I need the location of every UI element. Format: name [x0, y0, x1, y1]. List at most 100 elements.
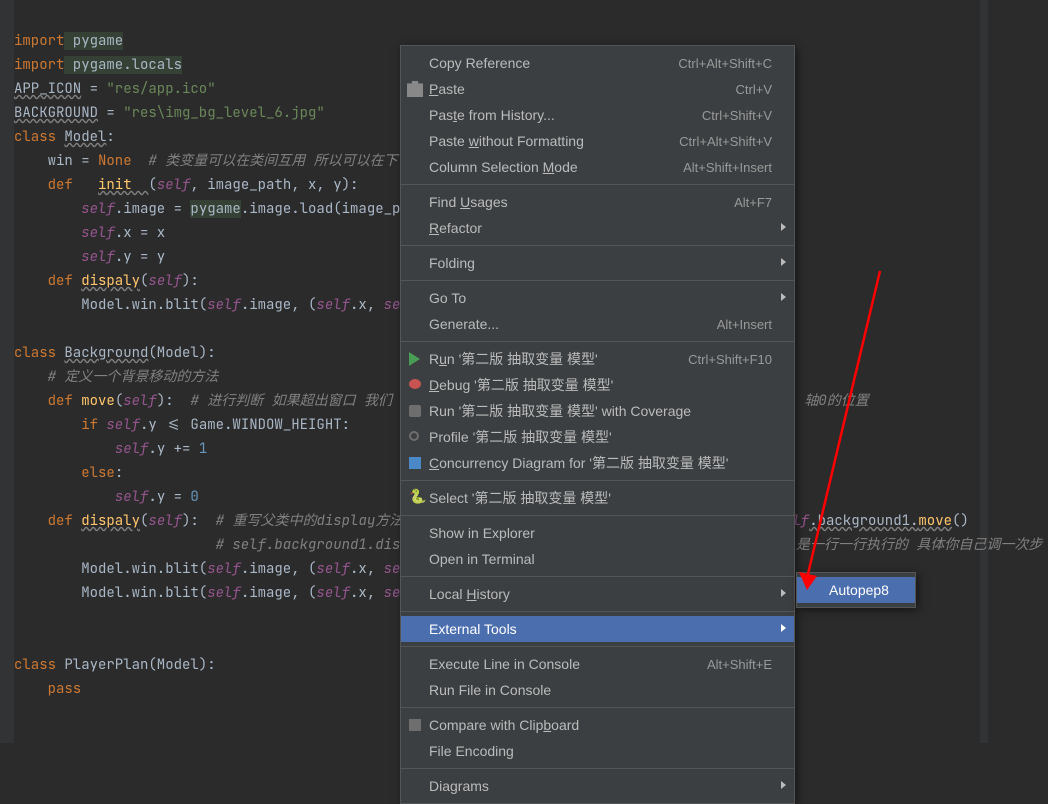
menu-separator — [401, 707, 794, 708]
menu-goto[interactable]: Go To — [401, 285, 794, 311]
self: self — [207, 296, 241, 314]
bug-icon — [409, 379, 421, 389]
import-name: pygame.locals — [64, 56, 182, 74]
coverage-icon — [409, 405, 421, 417]
self: self — [316, 560, 350, 578]
colon: : — [106, 128, 114, 146]
menu-copy-reference[interactable]: Copy ReferenceCtrl+Alt+Shift+C — [401, 50, 794, 76]
code-text: .y = — [148, 488, 190, 506]
menu-concurrency[interactable]: Concurrency Diagram for '第二版 抽取变量 模型' — [401, 450, 794, 476]
menu-external-tools[interactable]: External Tools — [401, 616, 794, 642]
self: self — [207, 584, 241, 602]
menu-paste-nofmt[interactable]: Paste without FormattingCtrl+Alt+Shift+V — [401, 128, 794, 154]
menu-select[interactable]: 🐍Select '第二版 抽取变量 模型' — [401, 485, 794, 511]
menu-show-explorer[interactable]: Show in Explorer — [401, 520, 794, 546]
menu-paste[interactable]: PasteCtrl+V — [401, 76, 794, 102]
kw-import: import — [14, 56, 64, 74]
self: self — [81, 224, 115, 242]
profile-icon — [409, 431, 419, 441]
op: = — [81, 80, 106, 98]
indent — [14, 224, 81, 242]
self: self — [115, 440, 149, 458]
submenu-arrow-icon — [781, 624, 786, 632]
code-text: (Model): — [148, 344, 215, 362]
self: self — [207, 560, 241, 578]
kw-import: import — [14, 32, 64, 50]
menu-find-usages[interactable]: Find UsagesAlt+F7 — [401, 189, 794, 215]
kw-def: def — [14, 272, 81, 290]
menu-separator — [401, 611, 794, 612]
string: "res\img_bg_level_6.jpg" — [123, 104, 325, 122]
indent — [14, 536, 216, 554]
kw-class: class — [14, 344, 64, 362]
string: "res/app.ico" — [106, 80, 215, 98]
comment: # 重写父类中的display方法 — [216, 512, 404, 530]
submenu-autopep8[interactable]: Autopep8 — [797, 577, 915, 603]
menu-separator — [401, 576, 794, 577]
kw-class: class — [14, 656, 64, 674]
kw-else: else — [14, 464, 115, 482]
code-text: .y <= Game.WINDOW_HEIGHT: — [140, 416, 350, 434]
class-decl: PlayerPlan(Model): — [64, 656, 215, 674]
menu-separator — [401, 245, 794, 246]
gutter — [0, 0, 14, 743]
menu-paste-history[interactable]: Paste from History...Ctrl+Shift+V — [401, 102, 794, 128]
func-name: dispaly — [81, 512, 140, 530]
menu-run[interactable]: Run '第二版 抽取变量 模型'Ctrl+Shift+F10 — [401, 346, 794, 372]
comment: # 类变量可以在类间互用 所以可以在下 — [132, 152, 398, 170]
comment: # 进行判断 如果超出窗口 我们 — [190, 392, 392, 410]
menu-run-coverage[interactable]: Run '第二版 抽取变量 模型' with Coverage — [401, 398, 794, 424]
comment: # 定义一个背景移动的方法 — [48, 368, 219, 386]
submenu-arrow-icon — [781, 293, 786, 301]
paste-icon — [407, 81, 423, 97]
class-name: Model — [64, 128, 106, 146]
menu-separator — [401, 184, 794, 185]
menu-file-encoding[interactable]: File Encoding — [401, 738, 794, 764]
code-text: .x = x — [115, 224, 165, 242]
menu-local-history[interactable]: Local History — [401, 581, 794, 607]
number: 1 — [199, 440, 207, 458]
self: self — [148, 512, 182, 530]
class-name: Background — [64, 344, 148, 362]
paren: ): — [182, 272, 199, 290]
self: self — [81, 248, 115, 266]
kw-class: class — [14, 128, 64, 146]
code-text: win = — [14, 152, 98, 170]
menu-folding[interactable]: Folding — [401, 250, 794, 276]
context-menu[interactable]: Copy ReferenceCtrl+Alt+Shift+C PasteCtrl… — [400, 45, 795, 804]
menu-open-terminal[interactable]: Open in Terminal — [401, 546, 794, 572]
python-icon: 🐍 — [409, 488, 425, 504]
menu-compare-clipboard[interactable]: Compare with Clipboard — [401, 712, 794, 738]
colon: : — [115, 464, 123, 482]
code-text: .image, ( — [241, 584, 317, 602]
submenu-arrow-icon — [781, 589, 786, 597]
menu-separator — [401, 515, 794, 516]
code-text: Model.win.blit( — [14, 560, 207, 578]
menu-separator — [401, 341, 794, 342]
self: self — [81, 200, 115, 218]
paren: () — [952, 512, 969, 530]
menu-refactor[interactable]: Refactor — [401, 215, 794, 241]
menu-execute-line[interactable]: Execute Line in ConsoleAlt+Shift+E — [401, 651, 794, 677]
menu-profile[interactable]: Profile '第二版 抽取变量 模型' — [401, 424, 794, 450]
import-name: pygame — [64, 32, 123, 50]
self: self — [106, 416, 140, 434]
op: = — [98, 104, 123, 122]
self: self — [316, 296, 350, 314]
menu-run-file[interactable]: Run File in Console — [401, 677, 794, 703]
paren: ): — [182, 512, 216, 530]
external-tools-submenu[interactable]: Autopep8 — [796, 572, 916, 608]
const-name: APP_ICON — [14, 80, 81, 98]
menu-debug[interactable]: Debug '第二版 抽取变量 模型' — [401, 372, 794, 398]
menu-diagrams[interactable]: Diagrams — [401, 773, 794, 799]
indent — [14, 200, 81, 218]
code-text: .x, — [350, 560, 384, 578]
menu-separator — [401, 768, 794, 769]
paren: ( — [115, 392, 123, 410]
self: self — [316, 584, 350, 602]
menu-generate[interactable]: Generate...Alt+Insert — [401, 311, 794, 337]
code-text: .image, ( — [241, 296, 317, 314]
concurrency-icon — [409, 457, 421, 469]
indent — [14, 368, 48, 386]
menu-column-select[interactable]: Column Selection ModeAlt+Shift+Insert — [401, 154, 794, 180]
